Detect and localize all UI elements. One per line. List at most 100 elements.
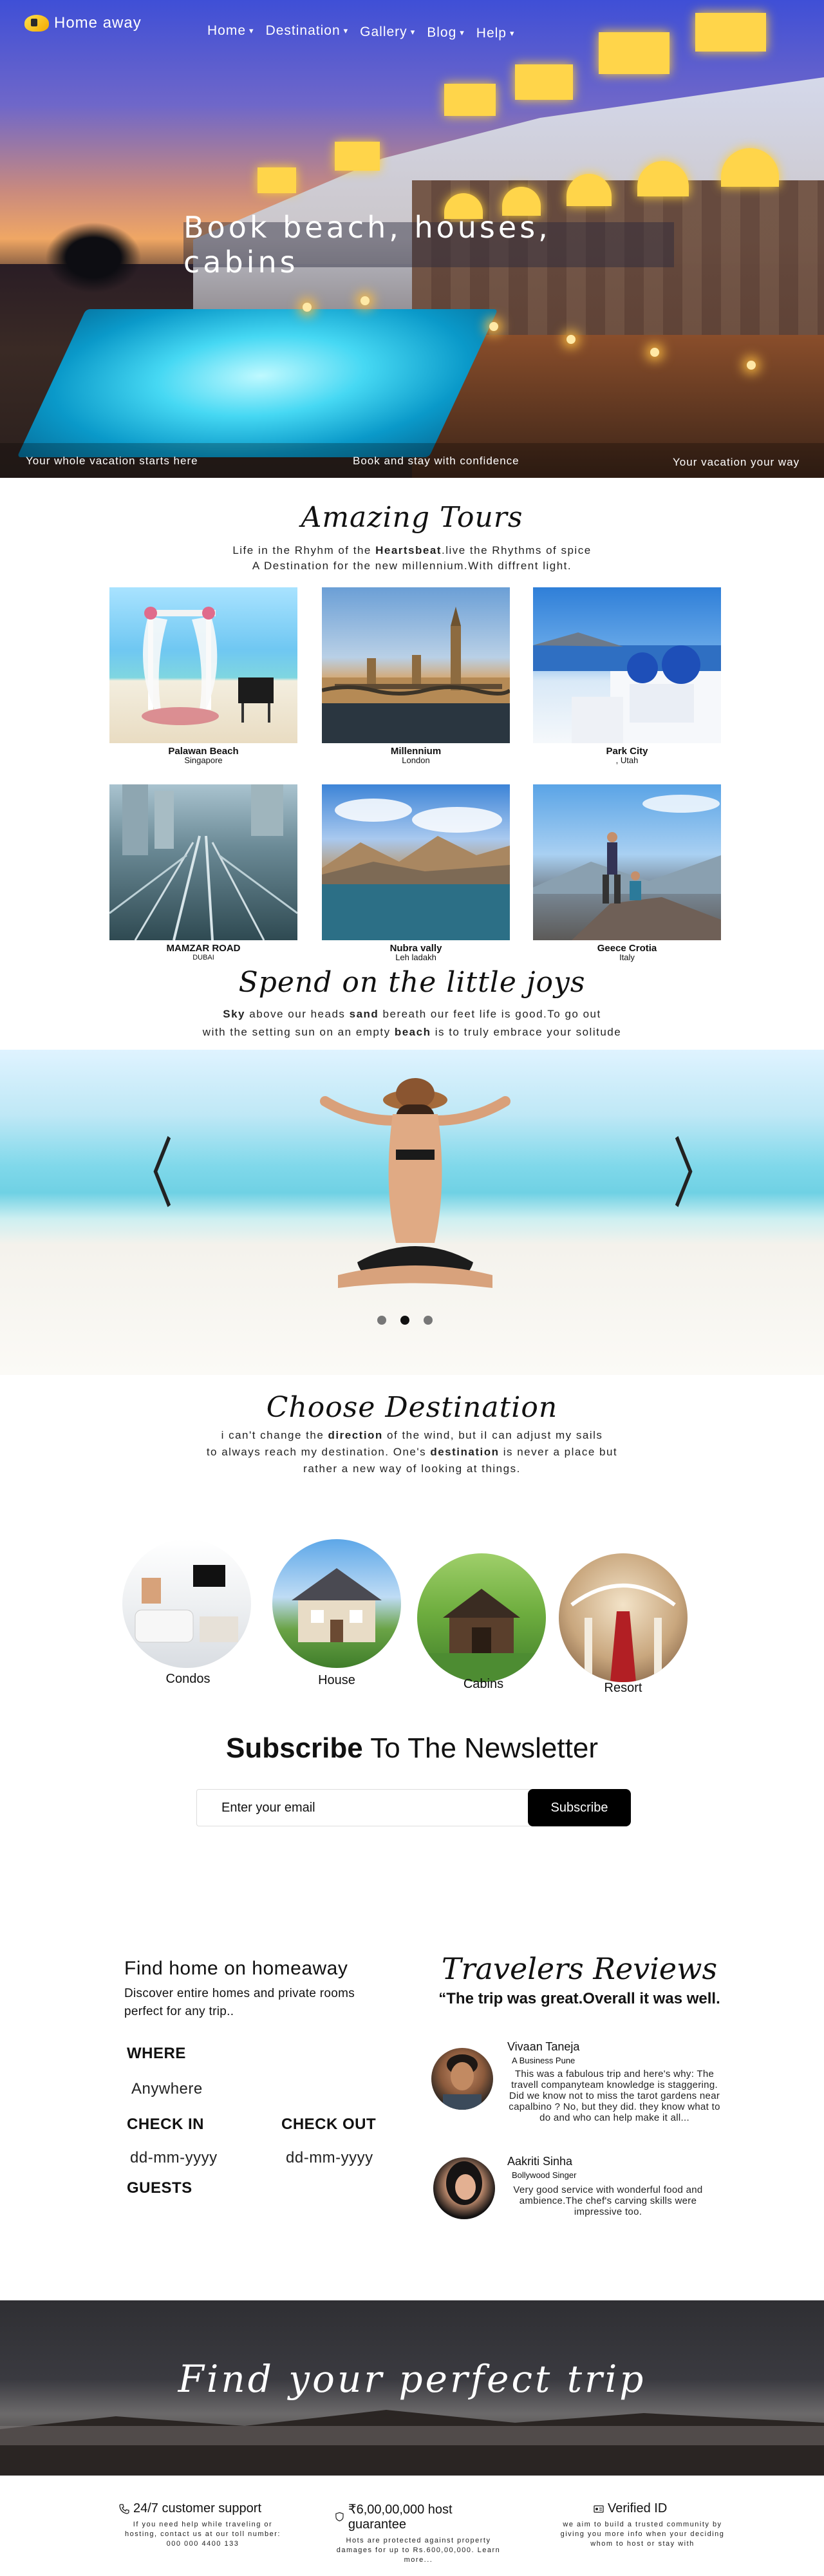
santorini-graphic	[533, 632, 721, 743]
review-text: This was a fabulous trip and here's why:…	[509, 2069, 720, 2123]
joys-subtitle-line2: with the setting sun on an empty beach i…	[0, 1024, 824, 1041]
tour-location: Leh ladakh	[395, 952, 436, 962]
tagline-center: Book and stay with confidence	[353, 455, 520, 467]
where-input[interactable]: Anywhere	[131, 2080, 203, 2098]
tour-image-mamzar	[109, 784, 297, 940]
footer-guarantee-heading: ₹6,00,00,000 host guarantee	[335, 2501, 502, 2532]
site-logo[interactable]: Home away	[24, 14, 142, 32]
newsletter-title: Subscribe To The Newsletter	[0, 1732, 824, 1765]
destination-condos-image[interactable]	[122, 1539, 251, 1668]
tour-card-millennium[interactable]: Millennium London	[322, 587, 510, 765]
swimming-pool-image	[17, 309, 498, 457]
tour-card-park-city[interactable]: Park City , Utah	[533, 587, 721, 765]
check-in-date-input[interactable]: dd-mm-yyyy	[130, 2149, 218, 2167]
tagline-left: Your whole vacation starts here	[26, 455, 198, 467]
tours-line1-text: Life in the Rhyhm of the	[232, 544, 376, 556]
subscribe-button[interactable]: Subscribe	[528, 1789, 631, 1826]
destination-bold-direction: direction	[328, 1429, 383, 1441]
destination-resort-image[interactable]	[559, 1553, 688, 1682]
destination-cabins-image[interactable]	[417, 1553, 546, 1682]
slider-dot[interactable]	[377, 1316, 386, 1325]
menu-gallery-label: Gallery	[360, 24, 407, 39]
newsletter-title-bold: Subscribe	[226, 1732, 363, 1764]
mountain-lake-graphic	[322, 799, 510, 940]
destination-bold-destination: destination	[430, 1446, 500, 1458]
person-portrait-icon	[443, 2054, 482, 2110]
beach-image-slider[interactable]: 〈 〉	[0, 1050, 824, 1375]
tour-location: Singapore	[184, 755, 223, 765]
joys-bold-sand: sand	[349, 1008, 379, 1020]
lamp-light	[489, 322, 498, 331]
hero-tagline-strip: Your whole vacation starts here Book and…	[0, 443, 824, 478]
logo-house-icon	[24, 15, 49, 32]
tour-name: Nubra vally	[389, 943, 442, 954]
window-light	[515, 64, 573, 100]
lamp-light	[360, 296, 370, 305]
person-portrait-icon	[446, 2161, 482, 2205]
shield-icon	[335, 2512, 344, 2522]
joys-bold-beach: beach	[394, 1026, 431, 1038]
tour-location: London	[402, 755, 430, 765]
check-out-date-input[interactable]: dd-mm-yyyy	[286, 2149, 373, 2167]
footer-support-heading: 24/7 customer support	[119, 2501, 286, 2516]
footer-verified-heading: Verified ID	[559, 2501, 726, 2516]
footer-verified-text: we aim to build a trusted community by g…	[560, 2521, 725, 2548]
hero-title-box: Book beach, houses, cabins	[183, 210, 674, 279]
footer-verified-title: Verified ID	[608, 2501, 668, 2515]
lamp-light	[747, 361, 756, 370]
railway-graphic	[109, 784, 297, 940]
window-light	[335, 142, 380, 171]
destination-text: is never a place but	[499, 1446, 618, 1458]
guests-label: GUESTS	[127, 2179, 192, 2197]
menu-help[interactable]: Help ▾	[476, 26, 515, 41]
footer-support: 24/7 customer support If you need help w…	[119, 2501, 286, 2549]
window-light	[258, 167, 296, 193]
slider-prev-arrow[interactable]: 〈	[126, 1113, 173, 1223]
banner-title: Find your perfect trip	[178, 2357, 646, 2401]
footer-support-title: 24/7 customer support	[133, 2501, 261, 2515]
tour-card-geece[interactable]: Geece Crotia Italy	[533, 784, 721, 962]
footer-guarantee-title: ₹6,00,00,000 host guarantee	[348, 2503, 453, 2532]
find-home-title: Find home on homeaway	[124, 1958, 348, 1979]
tour-card-palawan[interactable]: Palawan Beach Singapore	[109, 587, 297, 765]
chevron-down-icon: ▾	[343, 26, 349, 35]
tour-card-mamzar[interactable]: MAMZAR ROAD DUBAI	[109, 784, 297, 962]
find-home-description: Discover entire homes and private rooms …	[124, 1987, 355, 2018]
tour-card-nubra[interactable]: Nubra vally Leh ladakh	[322, 784, 510, 962]
reviewer-role: Bollywood Singer	[512, 2170, 577, 2180]
footer-guarantee: ₹6,00,00,000 host guarantee Hots are pro…	[335, 2501, 502, 2565]
destination-text: i can't change the	[221, 1429, 328, 1441]
reviews-quote: “The trip was great.Overall it was well.	[438, 1990, 720, 2007]
main-menu: Home ▾ Destination ▾ Gallery ▾ Blog ▾ Help ▾	[207, 21, 515, 41]
tour-name: Geece Crotia	[597, 943, 657, 954]
reviews-title: Travelers Reviews	[441, 1951, 718, 1986]
hero-title: Book beach, houses, cabins	[183, 210, 551, 279]
menu-destination-label: Destination	[265, 23, 341, 38]
destination-house-image[interactable]	[272, 1539, 401, 1668]
destination-title: Choose Destination	[266, 1391, 558, 1424]
reviewer-role: A Business Pune	[512, 2056, 576, 2065]
lamp-light	[566, 335, 576, 344]
newsletter-email-input[interactable]: Enter your email	[196, 1789, 534, 1826]
id-card-icon	[594, 2505, 604, 2513]
footer-verified: Verified ID we aim to build a trusted co…	[559, 2501, 726, 2549]
slider-dot-active[interactable]	[400, 1316, 409, 1325]
hikers-graphic	[533, 795, 721, 940]
tour-name: MAMZAR ROAD	[166, 943, 241, 954]
menu-gallery[interactable]: Gallery ▾	[360, 23, 415, 41]
slider-dot[interactable]	[424, 1316, 433, 1325]
phone-icon	[119, 2503, 129, 2514]
menu-destination[interactable]: Destination ▾	[266, 21, 349, 41]
menu-home[interactable]: Home ▾	[207, 21, 254, 41]
footer: 24/7 customer support If you need help w…	[0, 2476, 824, 2576]
menu-blog[interactable]: Blog ▾	[427, 24, 465, 41]
review-text: Very good service with wonderful food an…	[513, 2184, 703, 2217]
check-in-label: CHECK IN	[127, 2116, 205, 2133]
tour-location: DUBAI	[192, 954, 214, 961]
tour-location: Italy	[619, 952, 635, 962]
tours-title: Amazing Tours	[301, 501, 523, 534]
joys-text: is to truly embrace your solitude	[431, 1026, 622, 1038]
hero-banner: Home away Home ▾ Destination ▾ Gallery ▾ Bl…	[0, 0, 824, 478]
slider-next-arrow[interactable]: 〉	[673, 1113, 720, 1223]
tour-image-geece	[533, 784, 721, 940]
